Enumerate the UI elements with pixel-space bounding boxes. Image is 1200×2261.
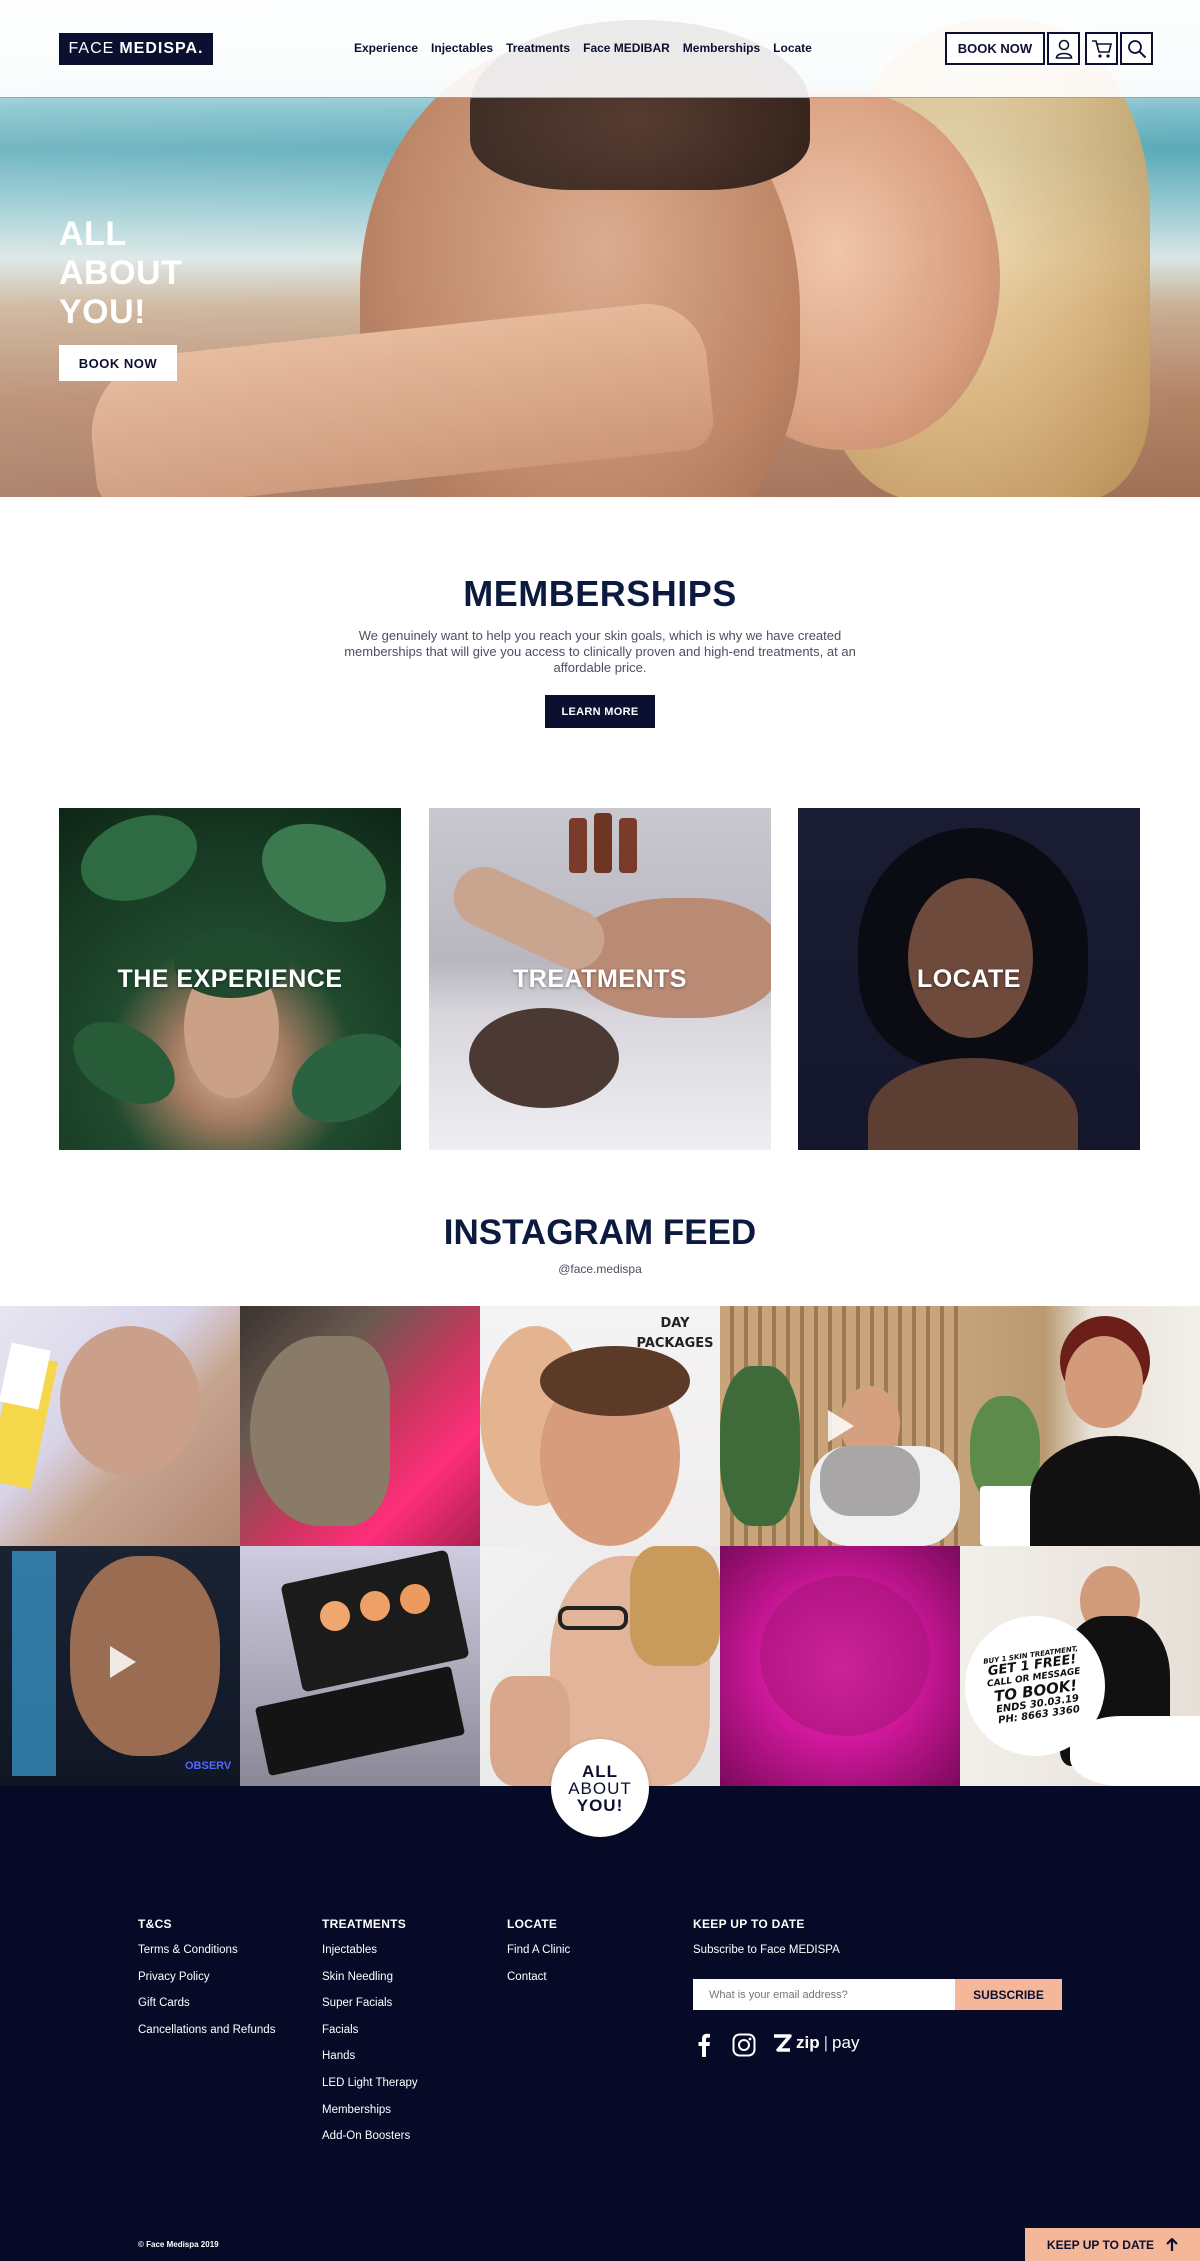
memberships-description: We genuinely want to help you reach your… [344, 628, 856, 675]
nav-injectables[interactable]: Injectables [431, 40, 493, 56]
nav-memberships[interactable]: Memberships [683, 40, 760, 56]
keep-label: KEEP UP TO DATE [1046, 2237, 1155, 2252]
footer-link[interactable]: Privacy Policy [138, 1970, 275, 1984]
footer-link[interactable]: Facials [322, 2023, 418, 2037]
page: ALL ABOUT YOU! BOOK NOW FACE MEDISPA. Exp… [0, 0, 1200, 2261]
nav-locate[interactable]: Locate [773, 40, 812, 56]
play-icon[interactable] [828, 1410, 854, 1442]
newsletter-subtitle: Subscribe to Face MEDISPA [693, 1944, 840, 1956]
footer-heading: LOCATE [507, 1917, 558, 1931]
logo[interactable]: FACE MEDISPA. [59, 33, 213, 65]
footer-link[interactable]: Skin Needling [322, 1970, 418, 1984]
instagram-post[interactable]: BUY 1 SKIN TREATMENT, GET 1 FREE! CALL O… [960, 1546, 1200, 1786]
footer-link[interactable]: Cancellations and Refunds [138, 2023, 275, 2037]
footer-heading: KEEP UP TO DATE [693, 1917, 805, 1931]
main-nav: Experience Injectables Treatments Face M… [354, 40, 812, 56]
keep-up-to-date-button[interactable]: KEEP UP TO DATE [1025, 2228, 1200, 2261]
footer-link[interactable]: Hands [322, 2049, 418, 2063]
footer-link[interactable]: Contact [507, 1970, 570, 1984]
instagram-post[interactable] [720, 1546, 960, 1786]
search-icon [1127, 39, 1146, 58]
footer-column-treatments: TREATMENTS Injectables Skin Needling Sup… [322, 1917, 418, 2156]
instagram-post[interactable] [720, 1306, 960, 1546]
tile-label: TREATMENTS [513, 964, 687, 993]
instagram-icon [732, 2033, 756, 2057]
tile-the-experience[interactable]: THE EXPERIENCE [59, 808, 401, 1150]
copyright: © Face Medispa 2019 [138, 2240, 219, 2249]
footer-heading: T&CS [138, 1917, 172, 1931]
subscribe-button[interactable]: SUBSCRIBE [955, 1979, 1062, 2010]
cart-button[interactable] [1085, 32, 1118, 65]
instagram-post[interactable] [240, 1306, 480, 1546]
nav-face-medibar[interactable]: Face MEDIBAR [583, 40, 670, 56]
user-icon [1055, 39, 1072, 59]
instagram-post[interactable]: DAY PACKAGES [480, 1306, 720, 1546]
footer-link[interactable]: Gift Cards [138, 1996, 275, 2010]
site-header: FACE MEDISPA. Experience Injectables Trea… [0, 0, 1200, 98]
tile-label: LOCATE [917, 964, 1021, 993]
facebook-link[interactable] [697, 2032, 711, 2058]
arrow-up-icon [1166, 2237, 1178, 2251]
footer-column-locate: LOCATE Find A Clinic Contact [507, 1917, 570, 1996]
footer-link[interactable]: Add-On Boosters [322, 2129, 418, 2143]
instagram-post[interactable] [240, 1546, 480, 1786]
search-button[interactable] [1120, 32, 1153, 65]
footer-link[interactable]: Terms & Conditions [138, 1943, 275, 1957]
footer-link[interactable]: Injectables [322, 1943, 418, 1957]
instagram-post[interactable] [0, 1306, 240, 1546]
nav-experience[interactable]: Experience [354, 40, 418, 56]
all-about-you-badge: ALL ABOUT YOU! [551, 1739, 649, 1837]
footer-link[interactable]: Memberships [322, 2103, 418, 2117]
facebook-icon [698, 2033, 710, 2057]
tile-label: THE EXPERIENCE [117, 964, 343, 993]
instagram-title: INSTAGRAM FEED [443, 1213, 757, 1252]
hero-title: ALL ABOUT YOU! [59, 215, 183, 331]
post-text: OBSERV [185, 1760, 232, 1772]
email-input[interactable] [693, 1979, 955, 2010]
footer-heading: TREATMENTS [322, 1917, 407, 1931]
instagram-post[interactable]: OBSERV [0, 1546, 240, 1786]
memberships-title: MEMBERSHIPS [463, 573, 737, 614]
book-now-button[interactable]: BOOK NOW [945, 32, 1045, 65]
footer-column-newsletter: KEEP UP TO DATE Subscribe to Face MEDISP… [693, 1917, 840, 1970]
nav-treatments[interactable]: Treatments [506, 40, 570, 56]
footer-link[interactable]: LED Light Therapy [322, 2076, 418, 2090]
learn-more-button[interactable]: LEARN MORE [545, 695, 655, 728]
play-icon[interactable] [110, 1646, 136, 1678]
post-text: DAY [660, 1316, 690, 1331]
cart-icon [1091, 39, 1112, 58]
instagram-link[interactable] [732, 2032, 756, 2058]
instagram-handle[interactable]: @face.medispa [0, 1262, 1200, 1276]
instagram-post[interactable] [960, 1306, 1200, 1546]
hero-book-now-button[interactable]: BOOK NOW [59, 345, 177, 381]
post-text: PACKAGES [636, 1336, 714, 1351]
tile-treatments[interactable]: TREATMENTS [429, 808, 771, 1150]
zippay-logo: zip | pay [772, 2033, 859, 2053]
tile-locate[interactable]: LOCATE [798, 808, 1140, 1150]
zip-icon [774, 2034, 792, 2052]
account-button[interactable] [1047, 32, 1080, 65]
footer-link[interactable]: Super Facials [322, 1996, 418, 2010]
footer-column-tcs: T&CS Terms & Conditions Privacy Policy G… [138, 1917, 275, 2049]
footer-link[interactable]: Find A Clinic [507, 1943, 570, 1957]
